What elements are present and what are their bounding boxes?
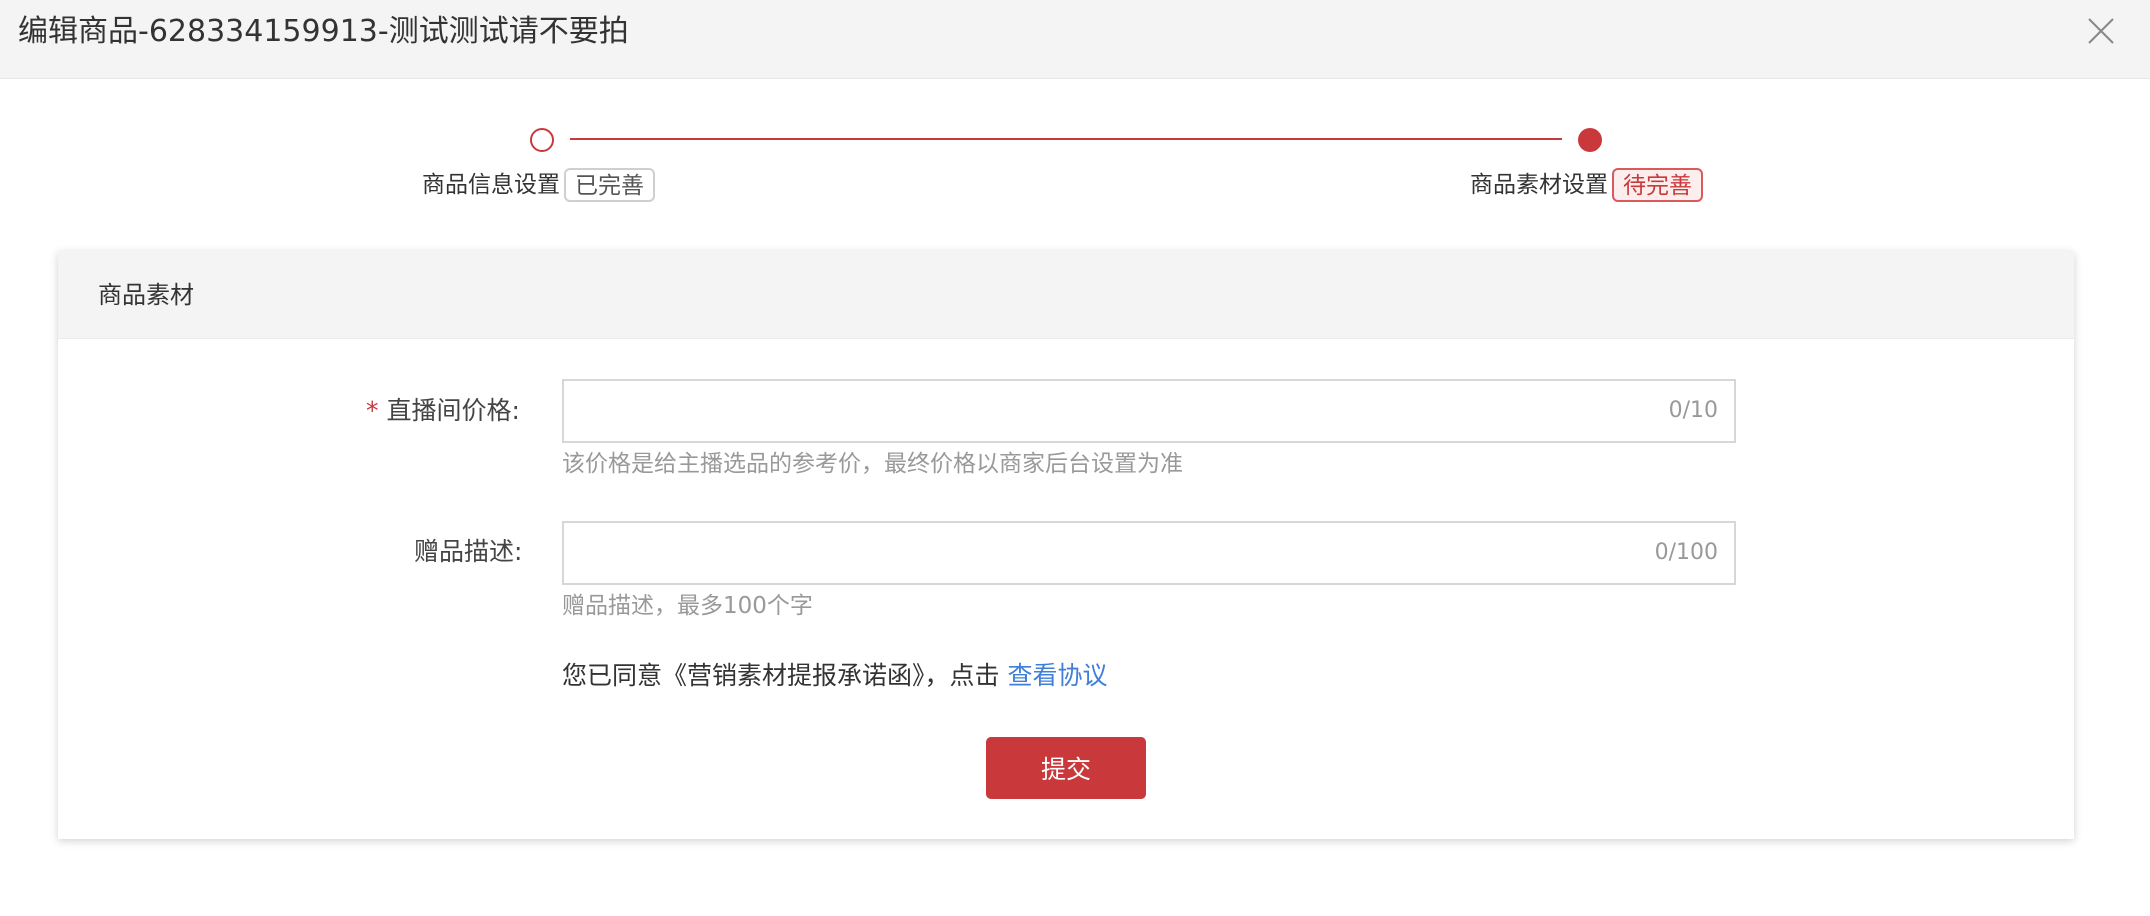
step-2-status-badge: 待完善: [1612, 168, 1703, 202]
agreement-statement: 您已同意《营销素材提报承诺函》，点击: [562, 661, 1008, 690]
price-char-counter: 0/10: [1668, 398, 1718, 423]
price-field: 0/10: [562, 379, 1736, 443]
gift-hint: 赠品描述，最多100个字: [562, 593, 813, 619]
agreement-text: 您已同意《营销素材提报承诺函》，点击 查看协议: [562, 657, 1107, 695]
step-progress-line: [570, 138, 1562, 140]
material-card: 商品素材 * 直播间价格: 0/10 该价格是给主播选品的参考价，最终价格以商家后…: [58, 251, 2074, 839]
required-mark: *: [366, 396, 379, 425]
card-title: 商品素材: [98, 281, 194, 309]
gift-char-counter: 0/100: [1654, 540, 1718, 565]
step-2-dot: [1578, 128, 1602, 152]
modal-header: 编辑商品-628334159913-测试测试请不要拍: [0, 0, 2150, 79]
price-input[interactable]: [564, 381, 1734, 441]
step-1-status-badge: 已完善: [564, 168, 655, 202]
gift-input[interactable]: [564, 523, 1734, 583]
price-hint: 该价格是给主播选品的参考价，最终价格以商家后台设置为准: [562, 451, 1183, 477]
view-agreement-link[interactable]: 查看协议: [1007, 661, 1107, 690]
step-1-dot: [530, 128, 554, 152]
price-label-text: 直播间价格:: [386, 396, 520, 425]
step-1[interactable]: 商品信息设置 已完善: [422, 168, 655, 202]
card-header: 商品素材: [58, 251, 2074, 339]
modal-title: 编辑商品-628334159913-测试测试请不要拍: [18, 14, 629, 49]
gift-label: 赠品描述:: [414, 537, 523, 566]
price-label: * 直播间价格:: [366, 393, 520, 429]
gift-field: 0/100: [562, 521, 1736, 585]
step-1-label: 商品信息设置: [422, 172, 560, 198]
submit-button[interactable]: 提交: [986, 737, 1146, 799]
step-2[interactable]: 商品素材设置 待完善: [1470, 168, 1703, 202]
step-2-label: 商品素材设置: [1470, 172, 1608, 198]
close-icon[interactable]: [2086, 16, 2116, 46]
